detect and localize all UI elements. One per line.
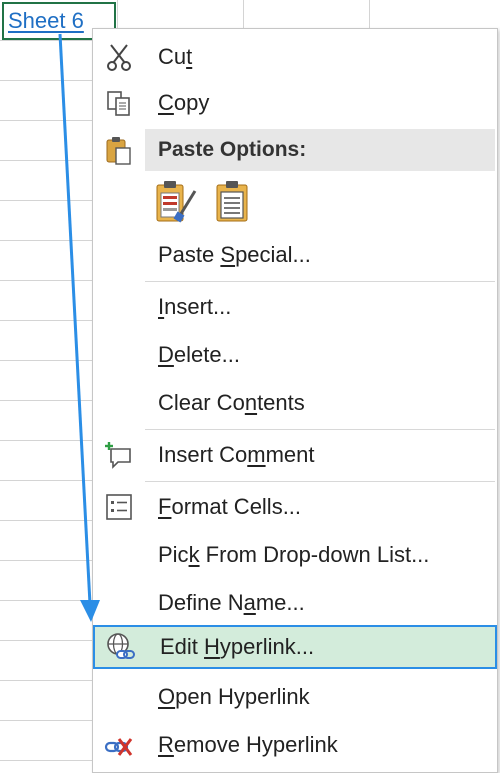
menu-item-label: Format Cells... bbox=[158, 494, 302, 519]
menu-item-label: Clear Contents bbox=[158, 390, 305, 415]
menu-item-clear-contents[interactable]: Clear Contents bbox=[93, 381, 497, 425]
menu-item-label: Delete... bbox=[158, 342, 240, 367]
menu-item-insert-comment[interactable]: Insert Comment bbox=[93, 433, 497, 477]
menu-item-label: Copy bbox=[158, 90, 210, 115]
menu-item-label: Insert Comment bbox=[158, 442, 315, 467]
menu-item-label: Remove Hyperlink bbox=[158, 732, 338, 757]
paste-values-button[interactable] bbox=[213, 179, 253, 225]
copy-icon bbox=[103, 87, 135, 119]
paste-options-label: Paste Options: bbox=[158, 138, 307, 161]
context-menu: Cut Copy Paste Options: Paste Special...… bbox=[92, 28, 498, 773]
menu-item-delete[interactable]: Delete... bbox=[93, 333, 497, 377]
paste-options-header: Paste Options: bbox=[145, 129, 495, 171]
menu-item-label: Insert... bbox=[158, 294, 232, 319]
menu-item-remove-hyperlink[interactable]: Remove Hyperlink bbox=[93, 723, 497, 767]
menu-item-open-hyperlink[interactable]: Open Hyperlink bbox=[93, 675, 497, 719]
scissors-icon bbox=[103, 41, 135, 73]
menu-item-format-cells[interactable]: Format Cells... bbox=[93, 485, 497, 529]
globe-link-icon bbox=[105, 631, 137, 663]
menu-separator bbox=[145, 481, 495, 482]
hyperlink-cell-text[interactable]: Sheet 6 bbox=[8, 8, 84, 34]
comment-plus-icon bbox=[103, 439, 135, 471]
clipboard-paste-icon bbox=[103, 134, 135, 166]
menu-separator bbox=[145, 429, 495, 430]
menu-item-label: Edit Hyperlink... bbox=[160, 634, 315, 659]
menu-item-define-name[interactable]: Define Name... bbox=[93, 581, 497, 625]
menu-item-insert[interactable]: Insert... bbox=[93, 285, 497, 329]
menu-item-label: Cut bbox=[158, 44, 193, 69]
menu-item-edit-hyperlink[interactable]: Edit Hyperlink... bbox=[93, 625, 497, 669]
format-cells-icon bbox=[103, 491, 135, 523]
paste-formatting-icon bbox=[155, 181, 197, 229]
menu-item-cut[interactable]: Cut bbox=[93, 35, 497, 79]
menu-item-label: Pick From Drop-down List... bbox=[158, 542, 430, 567]
menu-item-pick-from-dropdown[interactable]: Pick From Drop-down List... bbox=[93, 533, 497, 577]
menu-item-label: Define Name... bbox=[158, 590, 305, 615]
menu-item-label: Paste Special... bbox=[158, 242, 311, 267]
paste-formatting-button[interactable] bbox=[155, 179, 197, 225]
paste-values-icon bbox=[213, 181, 253, 229]
menu-item-label: Open Hyperlink bbox=[158, 684, 310, 709]
remove-link-icon bbox=[103, 729, 135, 761]
menu-separator bbox=[145, 281, 495, 282]
menu-item-copy[interactable]: Copy bbox=[93, 81, 497, 125]
menu-item-paste-special[interactable]: Paste Special... bbox=[93, 233, 497, 277]
